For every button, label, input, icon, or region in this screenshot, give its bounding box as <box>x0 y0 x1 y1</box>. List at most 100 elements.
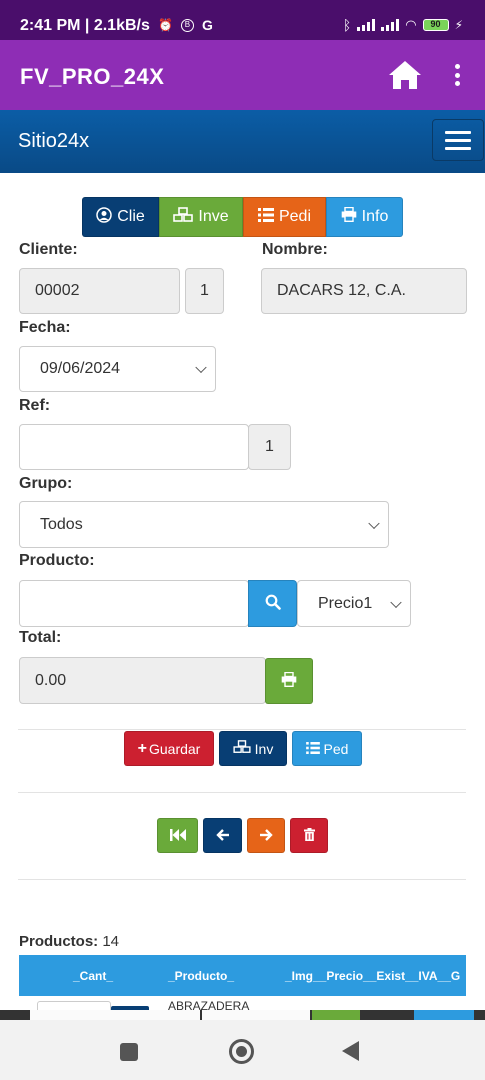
site-navbar: Sitio24x <box>0 110 485 173</box>
tab-inventario[interactable]: Inve <box>159 197 243 237</box>
guardar-button[interactable]: + Guardar <box>124 731 214 766</box>
site-brand[interactable]: Sitio24x <box>18 130 89 153</box>
g-icon: G <box>201 17 213 33</box>
cliente-number-value: 1 <box>200 282 209 299</box>
cubes-icon <box>173 206 194 228</box>
chevron-down-icon <box>368 517 380 529</box>
list-icon <box>257 207 274 227</box>
alarm-icon: ⏰ <box>158 18 173 32</box>
chevron-down-icon <box>390 596 402 608</box>
nombre-label: Nombre: <box>262 241 328 258</box>
cliente-label: Cliente: <box>19 241 78 258</box>
battery-icon: 90 <box>422 19 449 31</box>
status-time: 2:41 PM | 2.1kB/s <box>20 17 150 34</box>
cliente-number-field[interactable]: 1 <box>185 268 224 314</box>
tab-label: Info <box>361 208 389 225</box>
bluetooth-icon: ᛒ <box>342 17 352 33</box>
total-label: Total: <box>19 629 62 646</box>
products-count-value: 14 <box>102 933 120 950</box>
fecha-value: 09/06/2024 <box>40 360 121 377</box>
charging-icon: ⚡ <box>454 18 463 32</box>
grupo-value: Todos <box>40 515 83 533</box>
grupo-label: Grupo: <box>19 475 73 492</box>
system-navigation-bar <box>0 1010 485 1080</box>
divider <box>18 792 466 793</box>
home-icon[interactable] <box>388 60 422 90</box>
tab-label: Clie <box>117 208 145 225</box>
cliente-code-value: 00002 <box>35 282 80 299</box>
print-total-button[interactable] <box>265 658 313 704</box>
tab-label: Pedi <box>278 208 312 225</box>
column-header-producto: _Producto_ <box>168 969 235 983</box>
inv-label: Inv <box>254 740 274 757</box>
nombre-field[interactable]: DACARS 12, C.A. <box>261 268 467 314</box>
tab-clientes[interactable]: Clie <box>82 197 159 237</box>
status-bar: 2:41 PM | 2.1kB/s ⏰ B G ᛒ ◠ 90 ⚡ <box>0 0 485 40</box>
more-menu-icon[interactable] <box>450 62 464 88</box>
user-circle-icon <box>96 206 112 228</box>
fecha-label: Fecha: <box>19 319 71 336</box>
products-label: Productos: <box>19 933 99 950</box>
fast-backward-icon <box>169 828 186 844</box>
grupo-select[interactable]: Todos <box>19 501 389 548</box>
signal-1-icon <box>357 19 376 31</box>
search-icon <box>265 594 281 613</box>
main-content: Clie Inve Pedi Info Cliente: Nombre: 000… <box>0 173 485 1010</box>
previous-record-button[interactable] <box>203 818 242 853</box>
page-bottom-edge <box>0 1010 485 1020</box>
status-icons: ⏰ B G <box>158 17 213 33</box>
ped-button[interactable]: Ped <box>292 731 362 766</box>
app-bar: FV_PRO_24X <box>0 40 485 110</box>
column-header-img-precio: _Img__Precio__Exist__IVA__G <box>285 969 461 983</box>
app-title: FV_PRO_24X <box>20 64 165 89</box>
row-product-name: ABRAZADERA <box>168 999 250 1010</box>
guardar-label: Guardar <box>148 740 201 757</box>
inv-button[interactable]: Inv <box>219 731 287 766</box>
next-record-button[interactable] <box>247 818 285 853</box>
precio-value: Precio1 <box>318 594 373 612</box>
products-count: Productos: 14 <box>19 933 119 950</box>
cubes-icon <box>233 740 251 757</box>
producto-input[interactable] <box>19 580 249 627</box>
arrow-right-icon <box>259 828 273 844</box>
status-icons-right: ᛒ ◠ 90 ⚡ <box>343 17 463 33</box>
list-icon <box>305 741 320 757</box>
tab-label: Inve <box>198 208 229 225</box>
producto-label: Producto: <box>19 552 95 569</box>
column-header-cant: _Cant_ <box>73 969 114 983</box>
ref-label: Ref: <box>19 397 51 414</box>
recents-button-icon[interactable] <box>120 1043 138 1061</box>
arrow-left-icon <box>215 828 230 844</box>
section-tabs: Clie Inve Pedi Info <box>82 197 403 237</box>
print-icon <box>341 206 357 227</box>
signal-2-icon <box>381 19 400 31</box>
hamburger-menu-icon[interactable] <box>432 119 484 161</box>
delete-button[interactable] <box>290 818 328 853</box>
ref-number-value: 1 <box>265 438 274 455</box>
fecha-select[interactable]: 09/06/2024 <box>19 346 216 392</box>
chevron-down-icon <box>195 361 207 374</box>
total-value: 0.00 <box>35 671 67 689</box>
ref-input[interactable] <box>19 424 249 470</box>
home-button-icon[interactable] <box>229 1039 254 1064</box>
divider <box>18 729 466 730</box>
total-field[interactable]: 0.00 <box>19 657 266 704</box>
nombre-value: DACARS 12, C.A. <box>277 282 406 299</box>
cliente-code-field[interactable]: 00002 <box>19 268 180 314</box>
ref-number-field[interactable]: 1 <box>248 424 291 470</box>
tab-pedidos[interactable]: Pedi <box>243 197 326 237</box>
plus-icon: + <box>137 739 147 757</box>
trash-icon <box>303 827 315 844</box>
first-record-button[interactable] <box>157 818 198 853</box>
ped-label: Ped <box>323 740 349 757</box>
precio-select[interactable]: Precio1 <box>297 580 411 627</box>
divider <box>18 879 466 880</box>
search-button[interactable] <box>248 580 297 627</box>
wifi-icon: ◠ <box>405 17 417 32</box>
quantity-input[interactable] <box>37 1001 111 1010</box>
b-circle-icon: B <box>180 18 194 32</box>
print-icon <box>281 671 297 690</box>
tab-info[interactable]: Info <box>326 197 403 237</box>
products-table-header: _Cant_ _Producto_ _Img__Precio__Exist__I… <box>19 955 466 996</box>
back-button-icon[interactable] <box>342 1041 359 1061</box>
